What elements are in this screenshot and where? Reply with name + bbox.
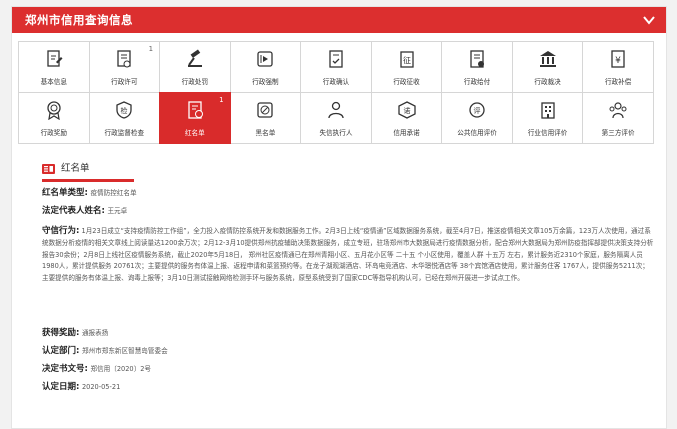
- field-dept-label: 认定部门:: [42, 346, 80, 356]
- panel-header: 郑州市信用查询信息: [12, 7, 666, 33]
- person-icon: [328, 101, 344, 119]
- confirm-doc-icon: [329, 50, 343, 68]
- field-date-value: 2020-05-21: [81, 383, 121, 391]
- category-grid: 基本信息 行政许可 1 行政处罚 行政强制 行政确认征行政征收 行政给付 行政裁决 ¥ 行政补偿 …: [18, 41, 662, 144]
- category-label: 行政裁决: [534, 78, 561, 86]
- category-tile[interactable]: 评公共信用评价: [441, 92, 513, 144]
- field-rep-value: 王元卓: [107, 207, 128, 215]
- gavel-icon: [187, 49, 202, 67]
- category-tile[interactable]: 行政裁决: [511, 41, 584, 93]
- field-date: 认定日期: 2020-05-21: [42, 380, 120, 394]
- field-doc: 决定书文号: 郑信用〔2020〕2号: [42, 362, 151, 376]
- building-icon: [540, 102, 555, 119]
- field-dept-value: 郑州市郑东新区智慧岛管委会: [81, 347, 168, 355]
- category-label: 行政补偿: [604, 78, 632, 86]
- category-label: 行政确认: [322, 78, 350, 86]
- book-icon: [42, 164, 55, 174]
- category-label: 信用承诺: [393, 129, 420, 137]
- field-rep: 法定代表人姓名: 王元卓: [42, 204, 127, 218]
- section-underline: [42, 179, 134, 182]
- field-type-value: 疫情防控红名单: [90, 189, 137, 197]
- category-tile[interactable]: 黑名单: [229, 92, 302, 144]
- inspection-icon: 检: [116, 101, 132, 119]
- category-tile[interactable]: 诺信用承诺: [370, 92, 443, 144]
- field-reward-value: 通报表扬: [81, 329, 109, 337]
- category-tile[interactable]: ¥ 行政补偿: [582, 41, 654, 93]
- field-action-label: 守信行为:: [42, 226, 80, 236]
- count-badge: 1: [148, 45, 154, 53]
- category-tile[interactable]: 红名单 1: [159, 92, 231, 144]
- category-tile[interactable]: 检行政监督检查: [88, 92, 161, 144]
- field-doc-label: 决定书文号:: [42, 364, 88, 374]
- category-tile[interactable]: 行政强制: [229, 41, 302, 93]
- license-icon: [117, 50, 131, 68]
- category-label: 行政强制: [252, 78, 279, 86]
- category-label: 行业信用评价: [527, 129, 568, 137]
- category-tile[interactable]: 行政给付: [441, 41, 513, 93]
- field-action-value: 1月23日成立“支持疫情防控工作组”，全力投入疫情防控系统开发和数据服务工作。2…: [42, 227, 654, 283]
- category-tile[interactable]: 行政许可 1: [88, 41, 161, 93]
- chevron-down-icon[interactable]: [642, 13, 656, 27]
- category-label: 失信执行人: [319, 129, 353, 137]
- field-date-label: 认定日期:: [42, 382, 80, 392]
- blacklist-icon: [257, 102, 274, 118]
- category-label: 行政给付: [463, 78, 491, 86]
- category-label: 行政奖励: [40, 129, 67, 137]
- category-tile[interactable]: 行政奖励: [18, 92, 90, 144]
- section-title: 红名单: [61, 163, 90, 174]
- red-list-icon: [188, 101, 203, 119]
- levy-icon: 征: [399, 51, 414, 68]
- field-dept: 认定部门: 郑州市郑东新区智慧岛管委会: [42, 344, 168, 358]
- category-label: 红名单: [184, 129, 205, 137]
- category-label: 行政监督检查: [104, 129, 145, 137]
- category-label: 第三方评价: [601, 129, 635, 137]
- category-tile[interactable]: 征行政征收: [370, 41, 443, 93]
- group-icon: [609, 102, 627, 119]
- category-label: 基本信息: [40, 78, 67, 86]
- rating-icon: 评: [469, 102, 485, 118]
- field-action: 守信行为: 1月23日成立“支持疫情防控工作组”，全力投入疫情防控系统开发和数据…: [42, 226, 654, 285]
- play-doc-icon: [257, 51, 274, 67]
- category-row-1: 基本信息 行政许可 1 行政处罚 行政强制 行政确认征行政征收 行政给付 行政裁决 ¥ 行政补偿: [18, 41, 662, 93]
- category-label: 行政许可: [111, 78, 138, 86]
- svg-text:诺: 诺: [403, 106, 410, 115]
- category-tile[interactable]: 基本信息: [18, 41, 90, 93]
- category-row-2: 行政奖励检行政监督检查 红名单 1 黑名单 失信执行人诺信用承诺评公共信用评价 行业信用评…: [18, 92, 662, 144]
- svg-text:¥: ¥: [615, 56, 621, 66]
- red-list-section: 红名单 红名单类型: 疫情防控红名单 法定代表人姓名: 王元卓 守信行为: 1月…: [42, 162, 662, 392]
- category-label: 行政征收: [393, 78, 420, 86]
- courthouse-icon: [539, 51, 556, 67]
- category-tile[interactable]: 行业信用评价: [511, 92, 584, 144]
- category-tile[interactable]: 行政处罚: [159, 41, 231, 93]
- field-reward-label: 获得奖励:: [42, 328, 80, 338]
- yen-doc-icon: ¥: [611, 50, 625, 68]
- payment-doc-icon: [470, 50, 485, 68]
- section-heading: 红名单: [42, 162, 662, 182]
- field-reward: 获得奖励: 通报表扬: [42, 326, 108, 340]
- field-type-label: 红名单类型:: [42, 188, 88, 198]
- svg-text:评: 评: [474, 107, 481, 115]
- field-type: 红名单类型: 疫情防控红名单: [42, 186, 137, 200]
- field-doc-value: 郑信用〔2020〕2号: [90, 365, 151, 373]
- count-badge: 1: [219, 96, 224, 104]
- category-tile[interactable]: 第三方评价: [582, 92, 654, 144]
- medal-icon: [47, 101, 61, 120]
- category-tile[interactable]: 失信执行人: [300, 92, 372, 144]
- category-label: 公共信用评价: [457, 129, 497, 137]
- page-title: 郑州市信用查询信息: [25, 13, 133, 27]
- field-rep-label: 法定代表人姓名:: [42, 206, 105, 216]
- category-label: 黑名单: [255, 129, 276, 137]
- credit-info-panel: 郑州市信用查询信息 基本信息 行政许可 1 行政处罚 行政强制 行政确认征行政征收 行政给付…: [11, 6, 667, 429]
- promise-icon: 诺: [397, 101, 416, 119]
- svg-text:征: 征: [403, 55, 411, 65]
- category-label: 行政处罚: [181, 78, 209, 86]
- category-tile[interactable]: 行政确认: [300, 41, 372, 93]
- edit-doc-icon: [47, 50, 63, 67]
- svg-text:检: 检: [121, 106, 128, 115]
